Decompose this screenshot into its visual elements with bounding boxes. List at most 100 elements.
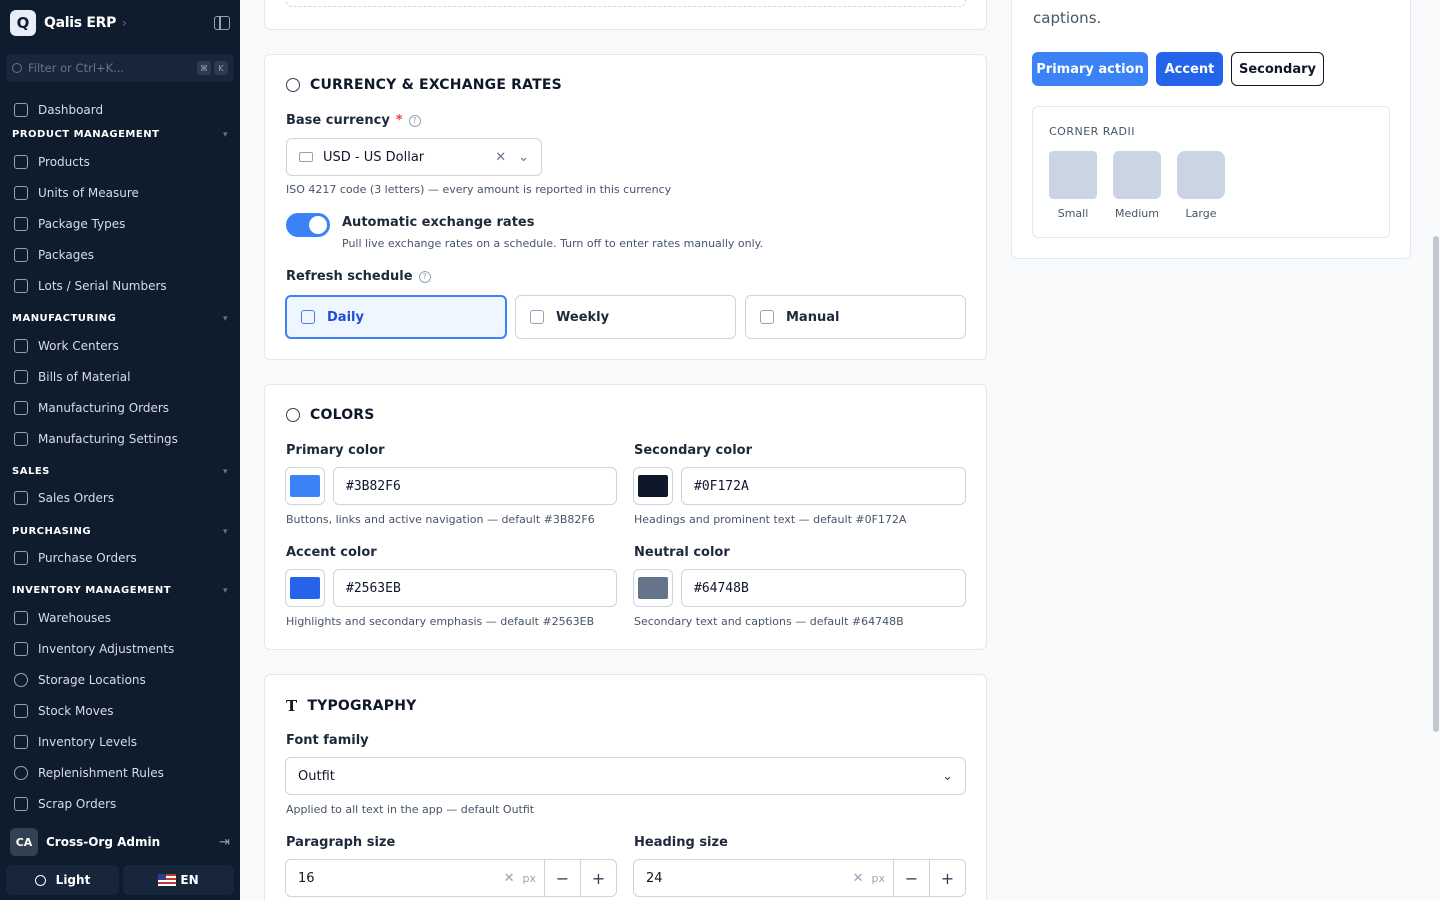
auto-rates-toggle[interactable] — [286, 213, 330, 237]
sidebar-item-work-centers[interactable]: Work Centers — [14, 336, 119, 356]
kbd-cmd: ⌘ — [197, 61, 211, 75]
section-sales[interactable]: SALES ▾ — [12, 466, 228, 477]
sidebar: Q Qalis ERP › Filter or Ctrl+K... ⌘ K Da… — [0, 0, 240, 900]
app-title[interactable]: Qalis ERP — [44, 15, 116, 31]
accent-color-swatch[interactable] — [285, 569, 325, 607]
box-icon — [14, 155, 28, 169]
logout-icon[interactable]: ⇥ — [219, 835, 230, 850]
section-purchasing[interactable]: PURCHASING ▾ — [12, 526, 228, 537]
preview-secondary-button[interactable]: Secondary — [1231, 52, 1324, 86]
ruler-icon — [14, 186, 28, 200]
secondary-color-hint: Headings and prominent text — default #0… — [634, 513, 907, 526]
radius-large-preview — [1177, 151, 1225, 199]
app-logo[interactable]: Q — [10, 10, 36, 36]
user-name: Cross-Org Admin — [46, 835, 161, 849]
sidebar-item-sales-orders[interactable]: Sales Orders — [14, 488, 114, 508]
package-icon — [14, 248, 28, 262]
base-currency-select[interactable]: USD - US Dollar ✕ ⌄ — [286, 138, 542, 176]
section-inventory[interactable]: INVENTORY MANAGEMENT ▾ — [12, 585, 228, 596]
decrement-button[interactable]: − — [544, 860, 580, 896]
heading-size-input[interactable]: 24 ✕ px − + — [633, 859, 966, 897]
factory-icon — [14, 339, 28, 353]
sidebar-item-levels[interactable]: Inventory Levels — [14, 732, 137, 752]
sidebar-search[interactable]: Filter or Ctrl+K... ⌘ K — [6, 54, 234, 82]
clear-icon[interactable]: ✕ — [504, 871, 515, 886]
sidebar-item-label: Package Types — [38, 217, 126, 231]
schedule-option-manual[interactable]: Manual — [745, 295, 966, 339]
section-product-management[interactable]: PRODUCT MANAGEMENT ▾ — [12, 129, 228, 140]
section-manufacturing[interactable]: MANUFACTURING ▾ — [12, 313, 228, 324]
sidebar-item-packages[interactable]: Packages — [14, 245, 94, 265]
primary-color-input[interactable]: #3B82F6 — [333, 467, 617, 505]
secondary-color-swatch[interactable] — [633, 467, 673, 505]
clear-icon[interactable]: ✕ — [853, 871, 864, 886]
help-icon[interactable]: ? — [408, 114, 421, 127]
paragraph-size-input[interactable]: 16 ✕ px − + — [285, 859, 617, 897]
base-currency-hint: ISO 4217 code (3 letters) — every amount… — [286, 183, 672, 196]
sidebar-item-dashboard[interactable]: Dashboard — [14, 100, 103, 120]
heading-size-value[interactable]: 24 — [634, 871, 853, 886]
neutral-color-swatch[interactable] — [633, 569, 673, 607]
sidebar-item-products[interactable]: Products — [14, 152, 90, 172]
schedule-option-weekly[interactable]: Weekly — [515, 295, 736, 339]
clear-icon[interactable]: ✕ — [495, 150, 506, 165]
primary-color-swatch[interactable] — [285, 467, 325, 505]
user-profile[interactable]: CA Cross-Org Admin ⇥ — [0, 826, 240, 858]
colors-card: COLORS Primary color Secondary color But… — [264, 384, 987, 650]
page-scrollbar[interactable] — [1433, 236, 1439, 732]
chevron-down-icon: ▾ — [222, 585, 228, 596]
search-input[interactable]: Filter or Ctrl+K... — [28, 61, 194, 75]
sidebar-item-bom[interactable]: Bills of Material — [14, 367, 130, 387]
language-button[interactable]: EN — [123, 865, 234, 895]
sidebar-item-mfg-orders[interactable]: Manufacturing Orders — [14, 398, 169, 418]
secondary-color-input[interactable]: #0F172A — [681, 467, 966, 505]
radius-medium-label: Medium — [1115, 207, 1159, 220]
chevrons-right-icon[interactable]: › — [122, 16, 127, 30]
help-icon[interactable]: ? — [418, 270, 431, 283]
sidebar-collapse-icon[interactable] — [214, 16, 230, 30]
sidebar-item-units[interactable]: Units of Measure — [14, 183, 139, 203]
paragraph-size-value[interactable]: 16 — [286, 871, 504, 886]
preview-primary-button[interactable]: Primary action — [1032, 52, 1148, 86]
trash-icon — [14, 797, 28, 811]
refresh-schedule-label-text: Refresh schedule — [286, 269, 413, 284]
sidebar-item-lots[interactable]: Lots / Serial Numbers — [14, 276, 167, 296]
font-family-select[interactable]: Outfit ⌄ — [285, 757, 966, 795]
increment-button[interactable]: + — [580, 860, 616, 896]
sidebar-item-warehouses[interactable]: Warehouses — [14, 608, 111, 628]
schedule-option-daily[interactable]: Daily — [285, 295, 507, 339]
type-icon: T — [286, 697, 298, 715]
sidebar-item-storage[interactable]: Storage Locations — [14, 670, 146, 690]
sidebar-item-replenishment[interactable]: Replenishment Rules — [14, 763, 164, 783]
sidebar-item-mfg-settings[interactable]: Manufacturing Settings — [14, 429, 178, 449]
section-title: SALES — [12, 466, 50, 477]
preview-text: captions. — [1033, 9, 1102, 27]
neutral-color-input[interactable]: #64748B — [681, 569, 966, 607]
sidebar-item-label: Packages — [38, 248, 94, 262]
preview-accent-button[interactable]: Accent — [1156, 52, 1223, 86]
neutral-color-hint: Secondary text and captions — default #6… — [634, 615, 904, 628]
option-label: Weekly — [556, 309, 610, 325]
accent-color-input[interactable]: #2563EB — [333, 569, 617, 607]
theme-toggle-button[interactable]: Light — [6, 865, 119, 895]
refresh-icon — [14, 766, 28, 780]
sidebar-item-package-types[interactable]: Package Types — [14, 214, 125, 234]
increment-button[interactable]: + — [929, 860, 965, 896]
font-family-hint: Applied to all text in the app — default… — [286, 803, 535, 816]
upload-dropzone[interactable] — [286, 0, 966, 7]
radius-small-preview — [1049, 151, 1097, 199]
upload-card — [264, 0, 987, 30]
package-icon — [14, 217, 28, 231]
tree-icon — [14, 370, 28, 384]
sidebar-item-label: Products — [38, 155, 90, 169]
search-icon — [12, 63, 22, 73]
sidebar-item-stock-moves[interactable]: Stock Moves — [14, 701, 113, 721]
accent-color-hint: Highlights and secondary emphasis — defa… — [286, 615, 595, 628]
sidebar-item-adjustments[interactable]: Inventory Adjustments — [14, 639, 174, 659]
base-currency-label-text: Base currency — [286, 113, 390, 128]
decrement-button[interactable]: − — [893, 860, 929, 896]
sidebar-item-purchase-orders[interactable]: Purchase Orders — [14, 548, 137, 568]
sidebar-item-scrap[interactable]: Scrap Orders — [14, 794, 116, 814]
chevron-down-icon: ▾ — [222, 526, 228, 537]
calendar-clock-icon — [301, 310, 315, 324]
